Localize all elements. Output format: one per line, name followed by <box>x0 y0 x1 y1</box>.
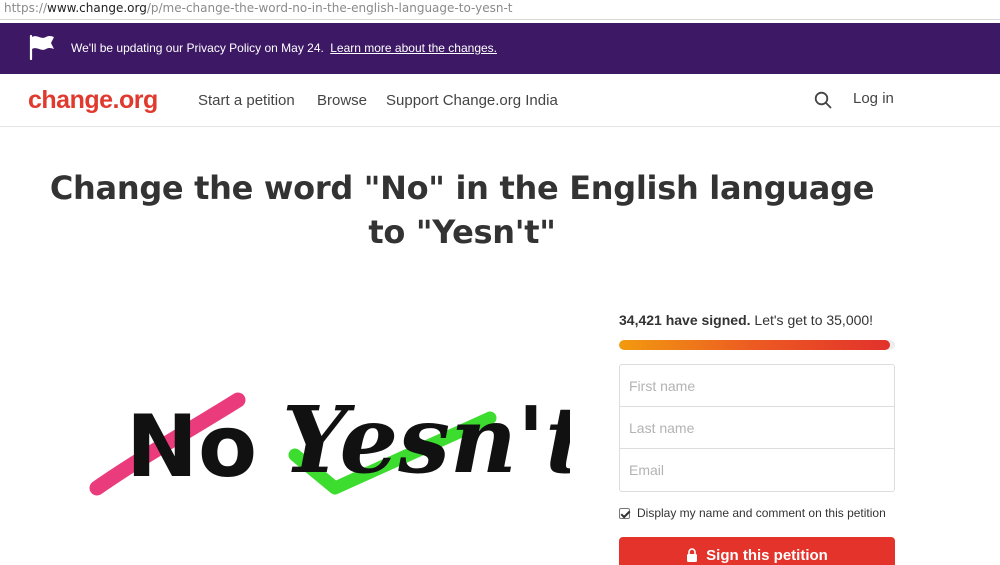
sign-petition-button[interactable]: Sign this petition <box>619 537 895 565</box>
last-name-input[interactable] <box>620 407 894 449</box>
nav-start-petition[interactable]: Start a petition <box>198 74 295 127</box>
signature-progress-bar <box>619 340 895 350</box>
top-nav: change.org Start a petition Browse Suppo… <box>0 74 1000 127</box>
flag-icon <box>29 34 54 60</box>
nav-browse[interactable]: Browse <box>317 74 367 127</box>
address-bar[interactable]: https://www.change.org/p/me-change-the-w… <box>0 0 1000 20</box>
display-name-option: Display my name and comment on this peti… <box>619 506 886 520</box>
banner-text: We'll be updating our Privacy Policy on … <box>71 41 324 55</box>
petition-title: Change the word "No" in the English lang… <box>49 169 875 251</box>
display-name-label: Display my name and comment on this peti… <box>637 506 886 520</box>
change-org-logo[interactable]: change.org <box>28 85 158 115</box>
search-icon[interactable] <box>814 91 832 109</box>
sign-form <box>619 364 895 492</box>
url-scheme: https:// <box>4 1 48 15</box>
nav-support-india[interactable]: Support Change.org India <box>386 74 558 127</box>
display-name-checkbox[interactable] <box>619 507 630 519</box>
crossed-word: No <box>126 397 257 497</box>
petition-image: No Yesn't <box>89 386 570 497</box>
yesnt-word: Yesn't <box>282 386 570 494</box>
lock-icon <box>687 548 698 562</box>
url-host: www.change.org <box>47 1 147 15</box>
email-input[interactable] <box>620 449 894 491</box>
sign-petition-label: Sign this petition <box>706 547 828 564</box>
url-path: /p/me-change-the-word-no-in-the-english-… <box>146 1 513 15</box>
login-link[interactable]: Log in <box>853 74 894 124</box>
privacy-banner: We'll be updating our Privacy Policy on … <box>0 23 1000 74</box>
progress-fill <box>619 340 891 350</box>
signed-count: 34,421 have signed. <box>619 312 751 328</box>
signature-count: 34,421 have signed. Let's get to 35,000! <box>619 312 873 328</box>
banner-learn-more-link[interactable]: Learn more about the changes. <box>330 41 497 55</box>
signature-goal: Let's get to 35,000! <box>754 312 874 328</box>
first-name-input[interactable] <box>620 365 894 407</box>
